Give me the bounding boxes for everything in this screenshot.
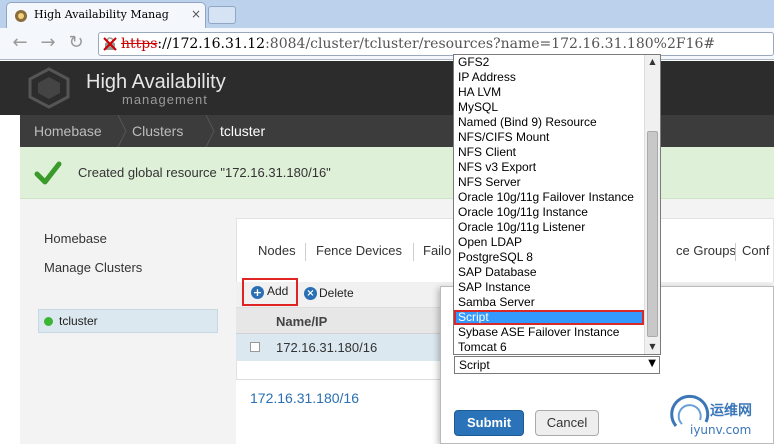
scroll-down-icon[interactable]: ▼ <box>645 340 660 354</box>
breadcrumb-homebase[interactable]: Homebase <box>34 123 102 139</box>
notice-message: Created global resource "172.16.31.180/1… <box>78 165 331 180</box>
app-subtitle: management <box>122 92 208 107</box>
delete-icon: × <box>304 287 317 300</box>
dropdown-option[interactable]: SAP Database <box>454 265 644 280</box>
tab-divider <box>305 243 306 261</box>
url-text: https://172.16.31.12:8084/cluster/tclust… <box>121 36 715 52</box>
dropdown-option[interactable]: NFS Server <box>454 175 644 190</box>
back-icon[interactable]: ← <box>10 33 30 53</box>
column-header-name-ip[interactable]: Name/IP <box>276 314 327 329</box>
row-name-ip: 172.16.31.180/16 <box>276 340 378 355</box>
url-path: :8084/cluster/tcluster/resources?name=17… <box>265 36 716 52</box>
url-host: ://172.16.31.12 <box>157 36 266 52</box>
resource-type-select-value: Script <box>459 358 490 372</box>
scrollbar[interactable]: ▲ ▼ <box>644 55 660 354</box>
dropdown-option[interactable]: Oracle 10g/11g Listener <box>454 220 644 235</box>
plus-icon: + <box>251 286 264 299</box>
dropdown-option[interactable]: NFS v3 Export <box>454 160 644 175</box>
url-scheme: https <box>121 36 158 52</box>
reload-icon[interactable]: ↻ <box>66 33 86 53</box>
scroll-up-icon[interactable]: ▲ <box>645 55 660 69</box>
scrollbar-thumb[interactable] <box>647 131 658 337</box>
dropdown-option[interactable]: Named (Bind 9) Resource <box>454 115 644 130</box>
app-title: High Availability <box>86 71 226 93</box>
resource-detail-title: 172.16.31.180/16 <box>250 390 359 406</box>
sidebar-item-manage-clusters[interactable]: Manage Clusters <box>44 260 142 275</box>
dropdown-option[interactable]: Oracle 10g/11g Instance <box>454 205 644 220</box>
dropdown-option[interactable]: Script <box>454 310 644 325</box>
dropdown-option[interactable]: Tomcat 6 <box>454 340 644 354</box>
app-favicon-icon <box>15 10 27 22</box>
logo-icon <box>28 67 70 109</box>
add-button-label: Add <box>267 284 289 298</box>
checkmark-icon <box>34 161 62 185</box>
status-online-icon <box>44 317 53 326</box>
breadcrumb-separator-icon <box>117 115 127 147</box>
breadcrumb-separator-icon <box>205 115 215 147</box>
dropdown-arrow-icon: ▼ <box>648 358 656 369</box>
forward-icon[interactable]: → <box>38 33 58 53</box>
dropdown-option[interactable]: Open LDAP <box>454 235 644 250</box>
dropdown-option[interactable]: Sybase ASE Failover Instance <box>454 325 644 340</box>
tab-divider <box>735 243 736 261</box>
tab-divider <box>413 243 414 261</box>
address-bar[interactable]: https://172.16.31.12:8084/cluster/tclust… <box>98 32 774 56</box>
browser-tab[interactable]: High Availability Manag × <box>6 2 206 28</box>
new-tab-button[interactable] <box>208 6 236 24</box>
dropdown-option[interactable]: GFS2 <box>454 55 644 70</box>
watermark-url: iyunv.com <box>690 423 752 437</box>
row-checkbox[interactable] <box>250 342 260 352</box>
dropdown-option[interactable]: NFS Client <box>454 145 644 160</box>
watermark-text: 运维网 <box>710 403 752 419</box>
tab-configure[interactable]: Conf <box>742 243 769 258</box>
close-icon[interactable]: × <box>191 7 201 21</box>
dropdown-option[interactable]: MySQL <box>454 100 644 115</box>
cancel-button[interactable]: Cancel <box>535 410 599 436</box>
breadcrumb-clusters[interactable]: Clusters <box>132 123 183 139</box>
breadcrumb-tcluster: tcluster <box>220 123 266 139</box>
resource-type-select[interactable]: Script ▼ <box>454 356 660 374</box>
dropdown-option[interactable]: Oracle 10g/11g Failover Instance <box>454 190 644 205</box>
tab-fence-devices[interactable]: Fence Devices <box>316 243 402 258</box>
tab-nodes[interactable]: Nodes <box>258 243 296 258</box>
add-button[interactable]: + Add <box>242 278 298 306</box>
tab-service-groups[interactable]: ce Groups <box>676 243 736 258</box>
dropdown-option[interactable]: IP Address <box>454 70 644 85</box>
sidebar-item-homebase[interactable]: Homebase <box>44 231 107 246</box>
dropdown-option[interactable]: Samba Server <box>454 295 644 310</box>
insecure-lock-icon <box>103 37 117 51</box>
delete-button-label: Delete <box>319 286 354 300</box>
sidebar-item-tcluster[interactable]: tcluster <box>38 309 218 333</box>
dropdown-option[interactable]: HA LVM <box>454 85 644 100</box>
browser-tabstrip: High Availability Manag × <box>0 0 774 28</box>
browser-tab-title: High Availability Manag <box>34 8 169 21</box>
dropdown-option[interactable]: SAP Instance <box>454 280 644 295</box>
dropdown-option[interactable]: PostgreSQL 8 <box>454 250 644 265</box>
dropdown-option[interactable]: NFS/CIFS Mount <box>454 130 644 145</box>
submit-button[interactable]: Submit <box>454 410 524 436</box>
resource-type-options: GFS2 IP Address HA LVM MySQL Named (Bind 9) … <box>453 54 661 355</box>
tab-failover-domains[interactable]: Failo <box>423 243 451 258</box>
sidebar-item-label: tcluster <box>59 314 98 328</box>
options-list: GFS2 IP Address HA LVM MySQL Named (Bind 9) … <box>454 55 644 354</box>
